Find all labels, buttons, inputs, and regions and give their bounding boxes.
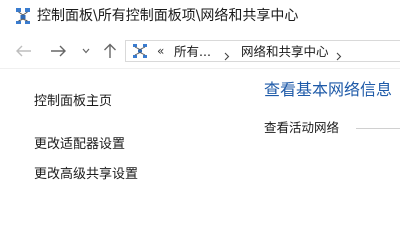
recent-locations-button[interactable] (79, 41, 93, 61)
breadcrumb-all-items[interactable]: 所有... (174, 44, 211, 59)
left-pane: 控制面板主页 更改适配器设置 更改高级共享设置 (0, 69, 250, 243)
network-sharing-center-icon (15, 7, 31, 25)
arrow-up-icon (104, 43, 116, 58)
up-button[interactable] (100, 41, 120, 61)
address-bar[interactable]: « 所有... 网络和共享中心 (125, 40, 400, 62)
back-button[interactable] (14, 41, 34, 61)
title-bar: 控制面板\所有控制面板项\网络和共享中心 (0, 0, 400, 34)
arrow-right-icon (51, 45, 66, 57)
chevron-right-icon[interactable] (224, 46, 230, 65)
change-advanced-sharing-settings-link[interactable]: 更改高级共享设置 (34, 167, 138, 183)
chevron-down-icon (82, 48, 90, 54)
control-panel-home-link[interactable]: 控制面板主页 (34, 94, 112, 110)
window-title: 控制面板\所有控制面板项\网络和共享中心 (37, 8, 299, 24)
address-overflow-button[interactable]: « (157, 44, 164, 58)
change-adapter-settings-link[interactable]: 更改适配器设置 (34, 137, 125, 153)
page-heading: 查看基本网络信息 (264, 80, 393, 99)
active-networks-label: 查看活动网络 (264, 120, 340, 135)
breadcrumb-network-sharing-center[interactable]: 网络和共享中心 (241, 44, 329, 59)
control-panel-icon (132, 43, 148, 59)
chevron-right-icon[interactable] (336, 46, 342, 65)
section-divider (356, 128, 400, 129)
forward-button[interactable] (48, 41, 68, 61)
arrow-left-icon (16, 45, 31, 57)
navigation-bar: « 所有... 网络和共享中心 (0, 34, 400, 68)
